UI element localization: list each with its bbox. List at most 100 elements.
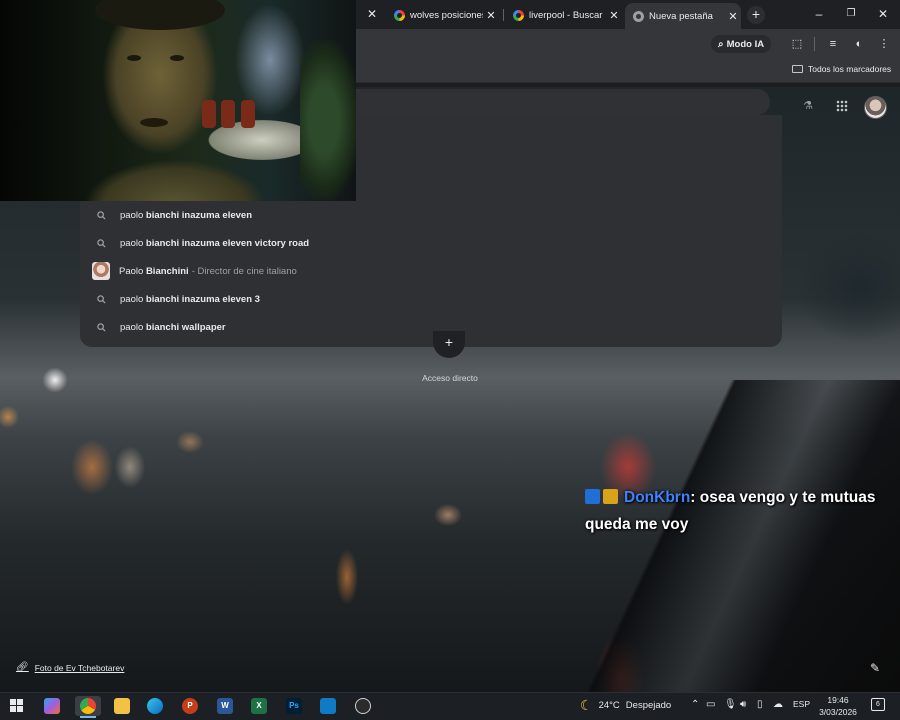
webcam-bottle [241,100,255,128]
ai-mode-label: Modo IA [726,38,765,50]
suggestion-item[interactable]: paolo bianchi wallpaper [80,313,782,341]
taskbar [0,692,900,720]
menu-kebab-icon[interactable]: ⋮ [876,36,892,52]
crown-badge-icon [603,489,618,504]
suggestion-item-entity[interactable]: Paolo Bianchini - Director de cine itali… [80,257,782,285]
powerpoint-icon[interactable]: P [182,698,198,714]
customize-pencil-icon[interactable]: ✎ [870,661,884,675]
reading-list-icon[interactable]: ≡ [825,36,841,52]
add-shortcut-label: Acceso directo [422,373,478,383]
store-icon[interactable] [320,698,336,714]
clock-time: 19:46 [827,695,849,705]
suggestion-bold: bianchi inazuma eleven 3 [145,293,260,305]
chrome-favicon-icon [633,10,644,22]
webcam-plant [300,40,356,200]
language-indicator[interactable]: ESP [793,699,810,709]
suggestion-bold: bianchi inazuma eleven [145,209,253,221]
webcam-bottle [221,100,235,128]
tab-title: liverpool - Buscar [529,9,603,21]
account-avatar[interactable] [864,96,887,119]
photoshop-icon[interactable]: Ps [286,698,302,714]
edge-icon[interactable] [147,698,163,714]
suggestion-item[interactable]: paolo bianchi inazuma eleven victory roa… [80,229,782,257]
notifications-icon[interactable]: 6 [871,698,885,711]
close-window-button[interactable]: ✕ [871,5,895,23]
suggestion-prefix: Paolo [119,265,146,277]
search-icon [80,238,120,248]
webcam-bottle [202,100,216,128]
tab-title: wolves posiciones [410,9,483,21]
word-icon[interactable]: W [217,698,233,714]
ai-mode-button[interactable]: ⌕ Modo IA [711,35,772,53]
suggestion-bold: bianchi inazuma eleven victory road [145,237,310,249]
suggestion-prefix: paolo [120,293,146,305]
webcam-mouth [140,118,168,127]
photo-credit-link[interactable]: 🔗︎ Foto de Ev Tchebotarev [16,662,124,673]
excel-icon[interactable]: X [251,698,267,714]
new-tab-button[interactable]: + [747,6,765,24]
minimize-button[interactable]: – [807,5,831,23]
chat-message: DonKbrn: osea vengo y te mutuas queda me… [585,484,895,538]
suggestion-prefix: paolo [120,237,146,249]
tab-title: Nueva pestaña [649,10,713,22]
google-favicon-icon [394,9,405,21]
maximize-button[interactable]: ❐ [839,5,863,23]
system-clock[interactable]: 19:46 3/03/2026 [812,694,864,718]
volume-icon[interactable]: 🔊︎ [740,699,746,710]
link-icon: 🔗︎ [16,662,29,673]
tab-wolves[interactable]: wolves posiciones ✕ [386,4,499,26]
suggestion-item[interactable]: paolo bianchi inazuma eleven 3 [80,285,782,313]
moon-icon: ☾ [580,697,593,713]
webcam-overlay [0,0,356,201]
suggestion-prefix: paolo [120,321,146,333]
tab-close-icon[interactable]: ✕ [725,10,741,23]
webcam-eye [127,55,141,61]
obs-icon[interactable] [355,698,371,714]
tab-liverpool[interactable]: liverpool - Buscar ✕ [505,4,622,26]
tab-close-icon[interactable]: ✕ [365,7,379,21]
google-favicon-icon [513,9,524,21]
search-icon [80,294,120,304]
copilot-icon[interactable] [44,698,60,714]
clock-date: 3/03/2026 [819,707,857,717]
chat-username: DonKbrn [624,489,691,506]
suggestion-prefix: paolo [120,209,146,221]
tab-divider [503,9,504,21]
chrome-icon [80,698,96,714]
suggestion-bold: bianchi wallpaper [145,321,226,333]
toolbar-divider [814,37,815,51]
suggestion-item[interactable]: paolo bianchi inazuma eleven [80,201,782,229]
suggestion-description: - Director de cine italiano [191,265,297,277]
windows-start-icon[interactable] [10,699,23,712]
photo-credit-text: Foto de Ev Tchebotarev [34,662,125,673]
tab-close-icon[interactable]: ✕ [483,9,499,22]
search-icon [80,322,120,332]
active-app-indicator [80,716,96,718]
suggestion-bold: Bianchini [145,265,189,277]
display-icon[interactable]: ▭ [706,699,715,710]
search-input[interactable] [330,89,770,115]
ai-sparkle-search-icon: ⌕ [718,38,724,50]
webcam-hair [95,0,225,30]
battery-icon[interactable]: ▯ [757,699,763,710]
profile-icon[interactable]: ◐ [851,36,867,52]
microphone-icon[interactable]: 🎙︎ [724,699,737,710]
chevron-up-icon[interactable]: ⌃ [691,699,699,710]
labs-flask-icon[interactable]: ⚗ [801,99,815,113]
google-apps-icon[interactable] [836,100,848,112]
weather-widget[interactable]: ☾ 24°C Despejado [580,697,671,714]
all-bookmarks-folder[interactable]: Todos los marcadores [792,64,891,74]
tab-new-tab[interactable]: Nueva pestaña ✕ [625,3,741,29]
tab-close-icon[interactable]: ✕ [606,9,622,22]
weather-condition: Despejado [625,700,672,711]
onedrive-cloud-icon[interactable]: ☁ [773,699,783,710]
weather-temp: 24°C [598,700,620,711]
search-icon [80,210,120,220]
extensions-icon[interactable]: ⬚ [789,36,805,52]
folder-icon [792,65,803,73]
webcam-eye [170,55,184,61]
background-rail [560,380,900,700]
file-explorer-icon[interactable] [114,698,130,714]
broadcaster-badge-icon [585,489,600,504]
all-bookmarks-label: Todos los marcadores [808,64,892,74]
